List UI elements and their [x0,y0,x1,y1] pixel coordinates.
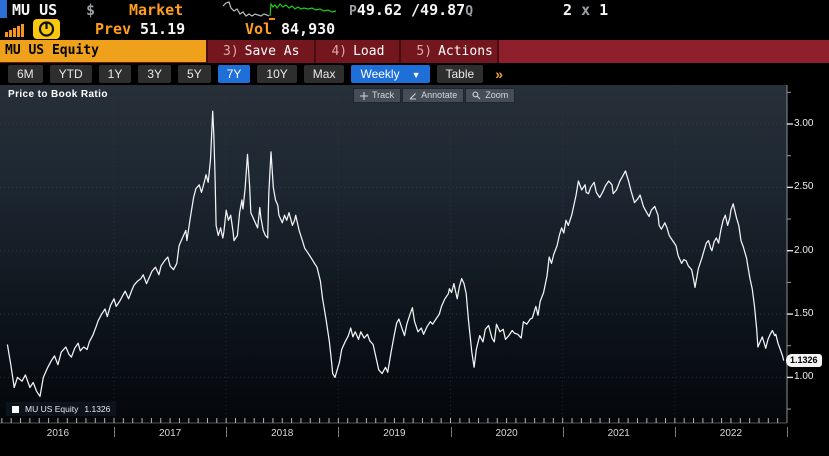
gauge-icon [33,19,60,39]
year-separator [450,427,452,437]
year-separator [562,427,564,437]
y-axis-label: 3.00 [794,118,814,129]
annotate-button[interactable]: Annotate [402,88,465,103]
chart-legend: MU US Equity 1.1326 [6,402,117,416]
period-button-3y[interactable]: 3Y [138,65,172,83]
toolbar-periods: 6M YTD 1Y 3Y 5Y 7Y 10Y Max [8,65,345,83]
x-axis-year-label: 2017 [158,428,182,439]
year-separator [787,427,789,437]
last-price-badge: 1.1326 [786,354,822,367]
menu-bar-filler [497,40,829,63]
period-button-max[interactable]: Max [303,65,345,83]
year-separator [674,427,676,437]
x-axis-year-label: 2019 [383,428,406,439]
year-separator [226,427,228,437]
zoom-button[interactable]: Zoom [465,88,516,103]
y-axis-label: 2.00 [794,244,814,256]
x-axis-year-strip: 2016 2017 2018 2019 2020 2021 2022 [0,425,829,443]
y-axis-label: 2.50 [794,181,814,193]
chart-title: Price to Book Ratio [8,89,108,100]
period-button-1y[interactable]: 1Y [98,65,132,83]
legend-series-name: MU US Equity [25,404,79,414]
track-button[interactable]: Track [353,88,402,103]
year-separator [338,427,340,437]
more-chevron-button[interactable]: » [490,66,508,82]
session-status: Market [129,1,184,19]
currency-symbol: $ [86,1,96,19]
crosshair-icon [360,91,368,100]
magnifier-icon [472,91,481,100]
y-axis-label: 1.00 [794,371,814,383]
volume-label: Vol [245,20,273,38]
panel-edge-indicator [0,0,7,18]
intraday-sparkline [222,1,337,20]
prev-label: Prev [95,20,132,38]
x-axis-year-label: 2016 [46,428,70,439]
volume-value: 84,930 [281,20,336,38]
signal-bars-icon [5,24,24,37]
year-separator [114,427,115,437]
frequency-dropdown[interactable]: Weekly ▼ [351,65,430,83]
period-button-5y[interactable]: 5Y [178,65,211,83]
save-as-menu-item[interactable]: 3) Save As [206,40,314,63]
menu-items: 3)Save As 4)Load 5)Actions▾ [206,40,521,63]
period-button-10y[interactable]: 10Y [257,65,297,83]
chart-tools: Track Annotate Zoom [353,88,516,103]
period-button-6m[interactable]: 6M [8,65,43,83]
chart-panel: Price to Book Ratio Track Annotate Zoom … [0,85,829,443]
bid-ask-quote: P49.62 /49.87Q [349,1,474,19]
chevron-down-icon: ▼ [411,70,421,80]
legend-series-value: 1.1326 [84,404,111,414]
y-axis-label: 1.50 [794,308,814,320]
bloomberg-terminal-window: MU US $ Market P49.62 /49.87Q 2 x 1 Prev… [0,0,829,456]
prev-value: 51.19 [140,20,186,38]
table-button[interactable]: Table [436,65,484,83]
x-axis-year-label: 2020 [495,428,518,439]
security-header-bar: MU US $ Market P49.62 /49.87Q 2 x 1 Prev… [0,0,829,40]
period-button-7y[interactable]: 7Y [217,65,251,83]
period-button-ytd[interactable]: YTD [49,65,92,83]
chart-toolbar: 6M YTD 1Y 3Y 5Y 7Y 10Y Max Weekly ▼ Table » [0,63,829,85]
x-axis-year-label: 2021 [607,428,630,439]
series-marker [12,405,19,413]
price-line-chart[interactable] [0,85,829,443]
pencil-icon [409,92,417,100]
x-axis-year-label: 2022 [719,428,743,439]
load-menu-item[interactable]: 4) Load [314,40,399,63]
x-axis-year-label: 2018 [271,428,294,439]
ticker-symbol: MU US [12,1,58,19]
security-input[interactable]: MU US Equity [0,40,206,62]
lot-size: 2 x 1 [563,1,609,19]
function-menu-bar: MU US Equity 3)Save As 4)Load 5)Actions▾ [0,40,829,63]
